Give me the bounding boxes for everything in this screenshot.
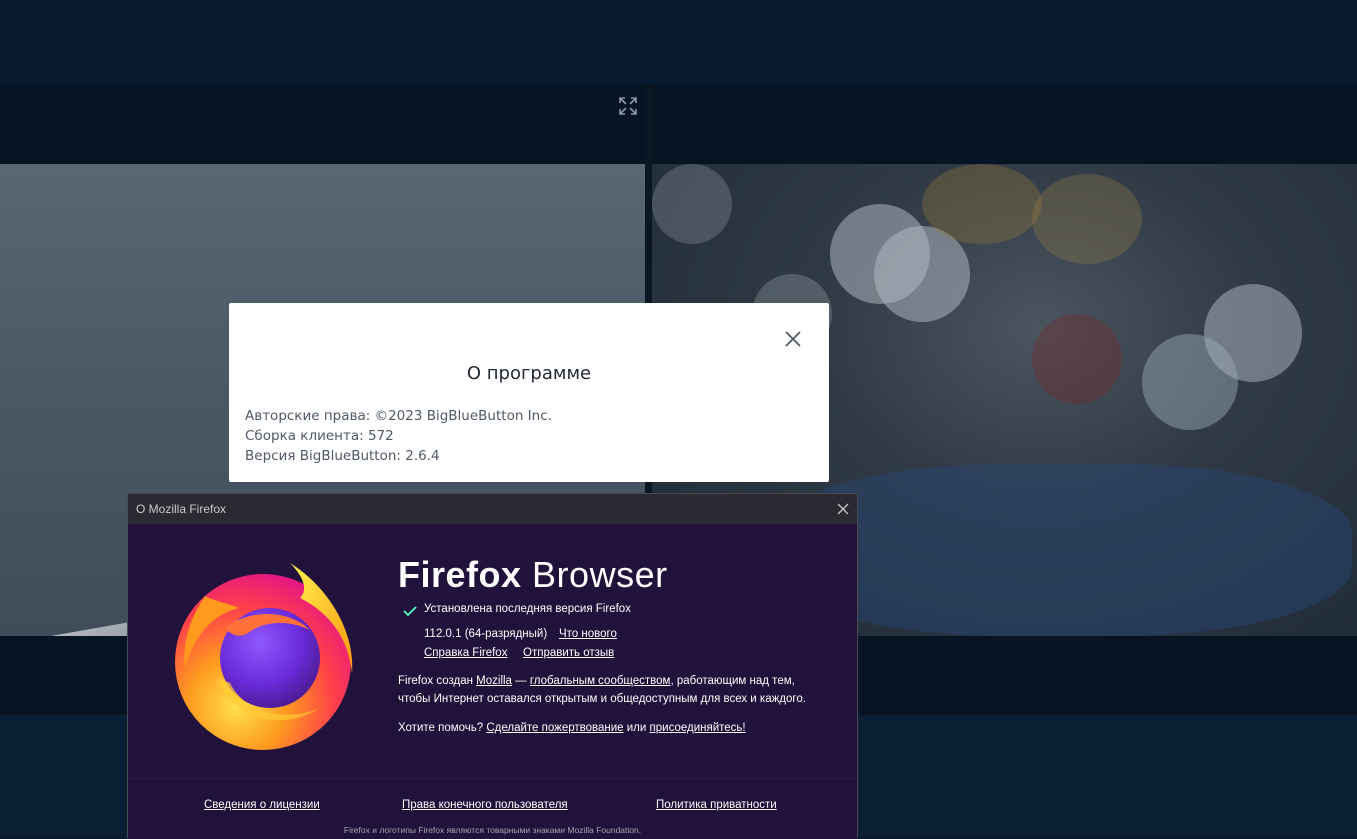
bokeh-light [922,164,1042,244]
fullscreen-icon[interactable] [617,95,639,117]
check-icon [403,606,417,617]
about-modal: О программе Авторские права: ©2023 BigBl… [229,303,829,482]
mozilla-link[interactable]: Mozilla [476,675,512,687]
blurred-floor [772,464,1352,636]
license-info-link[interactable]: Сведения о лицензии [204,799,320,811]
bokeh-light [652,164,732,244]
trademark-notice: Firefox и логотипы Firefox являются това… [343,825,642,835]
help-us-text: Хотите помочь? Сделайте пожертвование ил… [398,722,746,734]
about-modal-title: О программе [466,363,592,384]
firefox-about-footer: Сведения о лицензии Права конечного поль… [128,778,857,839]
whats-new-link[interactable]: Что нового [559,628,617,640]
version-text: 112.0.1 (64-разрядный) [424,628,548,640]
bokeh-light [1142,334,1238,430]
end-user-rights-link[interactable]: Права конечного пользователя [402,799,568,811]
update-status-text: Установлена последняя версия Firefox [424,603,631,615]
client-build-text: Сборка клиента: 572 [245,428,394,444]
created-by-text: Firefox создан Mozilla — глобальным сооб… [398,675,795,687]
window-title: O Mozilla Firefox [136,502,227,516]
copyright-text: Авторские права: ©2023 BigBlueButton Inc… [245,408,552,424]
join-link[interactable]: присоединяйтесь! [650,722,746,734]
firefox-browser-wordmark: Firefox Browser [398,554,668,595]
bokeh-light [1032,174,1142,264]
created-by-text-line2: чтобы Интернет оставался открытым и обще… [398,693,806,705]
bokeh-light [1032,314,1122,404]
firefox-about-body: Firefox Browser Установлена последняя ве… [128,524,857,778]
bokeh-light [874,226,970,322]
close-icon[interactable] [781,327,805,351]
version-text: Версия BigBlueButton: 2.6.4 [245,448,440,464]
firefox-help-link[interactable]: Справка Firefox [424,647,507,659]
donate-link[interactable]: Сделайте пожертвование [486,722,623,734]
window-close-icon[interactable] [834,500,852,518]
top-bar [0,0,1357,85]
global-community-link[interactable]: глобальным сообществом [530,675,671,687]
firefox-logo-icon [175,563,353,750]
firefox-about-window: O Mozilla Firefox Firefox Browser Устано… [127,493,858,839]
window-titlebar[interactable]: O Mozilla Firefox [128,494,857,524]
submit-feedback-link[interactable]: Отправить отзыв [523,647,614,659]
privacy-policy-link[interactable]: Политика приватности [656,799,777,811]
